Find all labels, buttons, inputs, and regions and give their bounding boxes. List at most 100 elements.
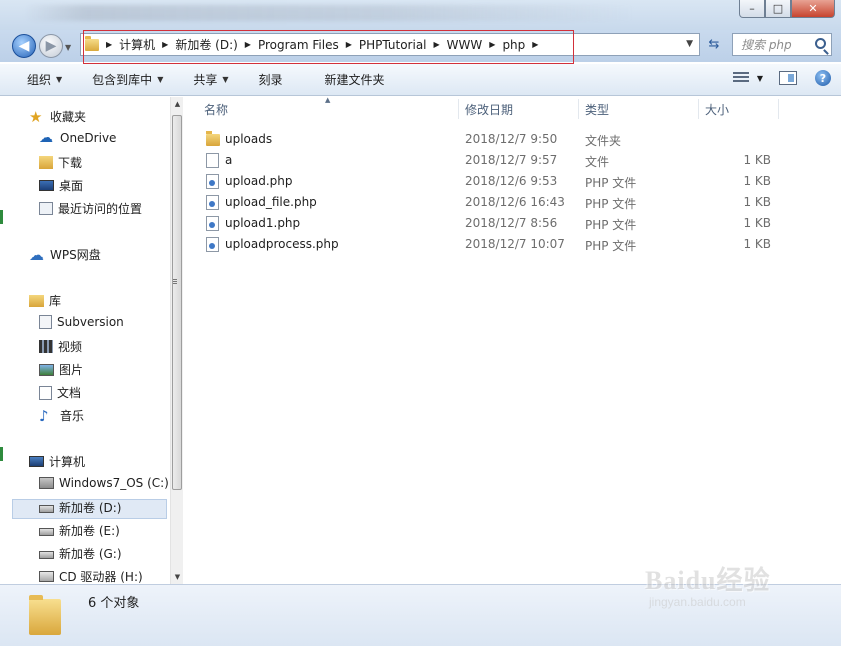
nav-music[interactable]: ♪ 音乐 <box>39 407 84 424</box>
table-row[interactable]: upload_file.php 2018/12/6 16:43 PHP 文件 1… <box>184 192 841 213</box>
nav-label: 视频 <box>58 340 83 354</box>
nav-label: Windows7_OS (C:) <box>59 476 169 490</box>
file-name: upload1.php <box>225 216 301 230</box>
breadcrumb-www[interactable]: WWW <box>447 38 483 52</box>
view-options-icon[interactable] <box>732 72 749 84</box>
php-file-icon <box>206 195 219 210</box>
table-row[interactable]: upload1.php 2018/12/7 8:56 PHP 文件 1 KB <box>184 213 841 234</box>
back-button[interactable]: ◀ <box>12 34 36 58</box>
column-divider[interactable] <box>458 99 459 119</box>
column-header-date[interactable]: 修改日期 <box>465 97 513 121</box>
chevron-right-icon[interactable]: ▶ <box>489 40 495 49</box>
chevron-right-icon[interactable]: ▶ <box>532 40 538 49</box>
nav-wps-drive[interactable]: ☁ WPS网盘 <box>29 246 101 263</box>
file-type: 文件 <box>585 155 610 169</box>
nav-drive-h[interactable]: CD 驱动器 (H:) <box>39 568 143 584</box>
organize-label: 组织 <box>27 73 52 87</box>
nav-drive-e[interactable]: 新加卷 (E:) <box>39 522 120 539</box>
sort-ascending-icon: ▲ <box>325 96 331 104</box>
close-button[interactable]: ✕ <box>791 0 835 18</box>
nav-pictures[interactable]: 图片 <box>39 361 83 378</box>
nav-label: 新加卷 (G:) <box>59 547 122 561</box>
breadcrumb-phptutorial[interactable]: PHPTutorial <box>359 38 427 52</box>
nav-onedrive[interactable]: ☁ OneDrive <box>39 131 116 145</box>
scroll-down-icon[interactable]: ▼ <box>171 570 183 584</box>
nav-subversion[interactable]: Subversion <box>39 315 124 329</box>
chevron-right-icon[interactable]: ▶ <box>106 40 112 49</box>
file-size: 1 KB <box>743 216 771 230</box>
file-list: ▲ 名称 修改日期 类型 大小 uploads 2018/12/7 9:50 文… <box>184 96 841 584</box>
star-icon: ★ <box>29 107 43 126</box>
organize-button[interactable]: 组织 ▼ <box>27 71 62 88</box>
file-date: 2018/12/7 9:50 <box>465 132 558 146</box>
address-dropdown-icon[interactable]: ▼ <box>686 39 693 49</box>
file-date: 2018/12/7 9:57 <box>465 153 558 167</box>
column-divider[interactable] <box>578 99 579 119</box>
scroll-up-icon[interactable]: ▲ <box>171 97 183 111</box>
table-row[interactable]: a 2018/12/7 9:57 文件 1 KB <box>184 150 841 171</box>
preview-pane-icon[interactable] <box>779 71 797 85</box>
column-header-type[interactable]: 类型 <box>585 97 609 121</box>
nav-libraries[interactable]: 库 <box>29 292 61 309</box>
search-input[interactable]: 搜索 php <box>732 33 832 56</box>
recent-places-icon <box>39 202 53 215</box>
include-in-library-button[interactable]: 包含到库中 ▼ <box>92 71 163 88</box>
refresh-icon[interactable]: ⇆ <box>704 37 724 55</box>
forward-button[interactable]: ▶ <box>39 34 63 58</box>
column-divider[interactable] <box>778 99 779 119</box>
php-file-icon <box>206 174 219 189</box>
chevron-down-icon: ▼ <box>222 75 229 84</box>
column-divider[interactable] <box>698 99 699 119</box>
search-icon[interactable] <box>815 38 826 49</box>
breadcrumb-php[interactable]: php <box>502 38 525 52</box>
share-button[interactable]: 共享 ▼ <box>193 71 228 88</box>
nav-drive-d[interactable]: 新加卷 (D:) <box>39 499 121 516</box>
chevron-down-icon[interactable]: ▼ <box>757 74 763 83</box>
maximize-button[interactable]: □ <box>765 0 791 18</box>
breadcrumb-computer[interactable]: 计算机 <box>119 36 155 53</box>
nav-scrollbar[interactable]: ▲ ▼ <box>170 97 183 584</box>
file-name: uploads <box>225 132 273 146</box>
nav-label: 下载 <box>58 156 83 170</box>
nav-favorites[interactable]: ★ 收藏夹 <box>29 108 86 125</box>
nav-label: WPS网盘 <box>50 248 101 262</box>
nav-drive-g[interactable]: 新加卷 (G:) <box>39 545 122 562</box>
breadcrumb-program-files[interactable]: Program Files <box>258 38 339 52</box>
nav-label: 收藏夹 <box>50 110 87 124</box>
table-row[interactable]: uploads 2018/12/7 9:50 文件夹 <box>184 129 841 150</box>
desktop-icon <box>39 180 54 191</box>
address-bar[interactable]: ▶ 计算机 ▶ 新加卷 (D:) ▶ Program Files ▶ PHPTu… <box>80 33 700 56</box>
share-label: 共享 <box>193 73 218 87</box>
php-file-icon <box>206 237 219 252</box>
table-row[interactable]: upload.php 2018/12/6 9:53 PHP 文件 1 KB <box>184 171 841 192</box>
chevron-right-icon[interactable]: ▶ <box>245 40 251 49</box>
breadcrumb-drive-d[interactable]: 新加卷 (D:) <box>175 36 237 53</box>
table-row[interactable]: uploadprocess.php 2018/12/7 10:07 PHP 文件… <box>184 234 841 255</box>
nav-label: Subversion <box>57 315 124 329</box>
minimize-button[interactable]: – <box>739 0 765 18</box>
nav-documents[interactable]: 文档 <box>39 384 81 401</box>
help-icon[interactable]: ? <box>815 70 831 86</box>
cd-drive-icon <box>39 571 54 582</box>
hard-drive-icon <box>39 528 54 536</box>
nav-recent-places[interactable]: 最近访问的位置 <box>39 200 142 217</box>
nav-desktop[interactable]: 桌面 <box>39 177 83 194</box>
scroll-grip <box>173 279 177 285</box>
scroll-thumb[interactable] <box>172 115 182 490</box>
recent-pages-dropdown[interactable]: ▼ <box>65 43 71 52</box>
nav-drive-c[interactable]: Windows7_OS (C:) <box>39 476 169 490</box>
details-pane: 6 个对象 <box>0 584 841 646</box>
column-header-name[interactable]: 名称 <box>204 97 228 121</box>
column-header-size[interactable]: 大小 <box>705 97 729 121</box>
nav-computer[interactable]: 计算机 <box>29 453 85 470</box>
file-name: upload.php <box>225 174 293 188</box>
file-date: 2018/12/7 8:56 <box>465 216 558 230</box>
nav-downloads[interactable]: 下载 <box>39 154 82 171</box>
chevron-right-icon[interactable]: ▶ <box>162 40 168 49</box>
chevron-right-icon[interactable]: ▶ <box>346 40 352 49</box>
new-folder-button[interactable]: 新建文件夹 <box>325 71 385 88</box>
chevron-down-icon: ▼ <box>157 75 164 84</box>
chevron-right-icon[interactable]: ▶ <box>434 40 440 49</box>
nav-videos[interactable]: 视频 <box>39 338 82 355</box>
burn-button[interactable]: 刻录 <box>259 71 283 88</box>
